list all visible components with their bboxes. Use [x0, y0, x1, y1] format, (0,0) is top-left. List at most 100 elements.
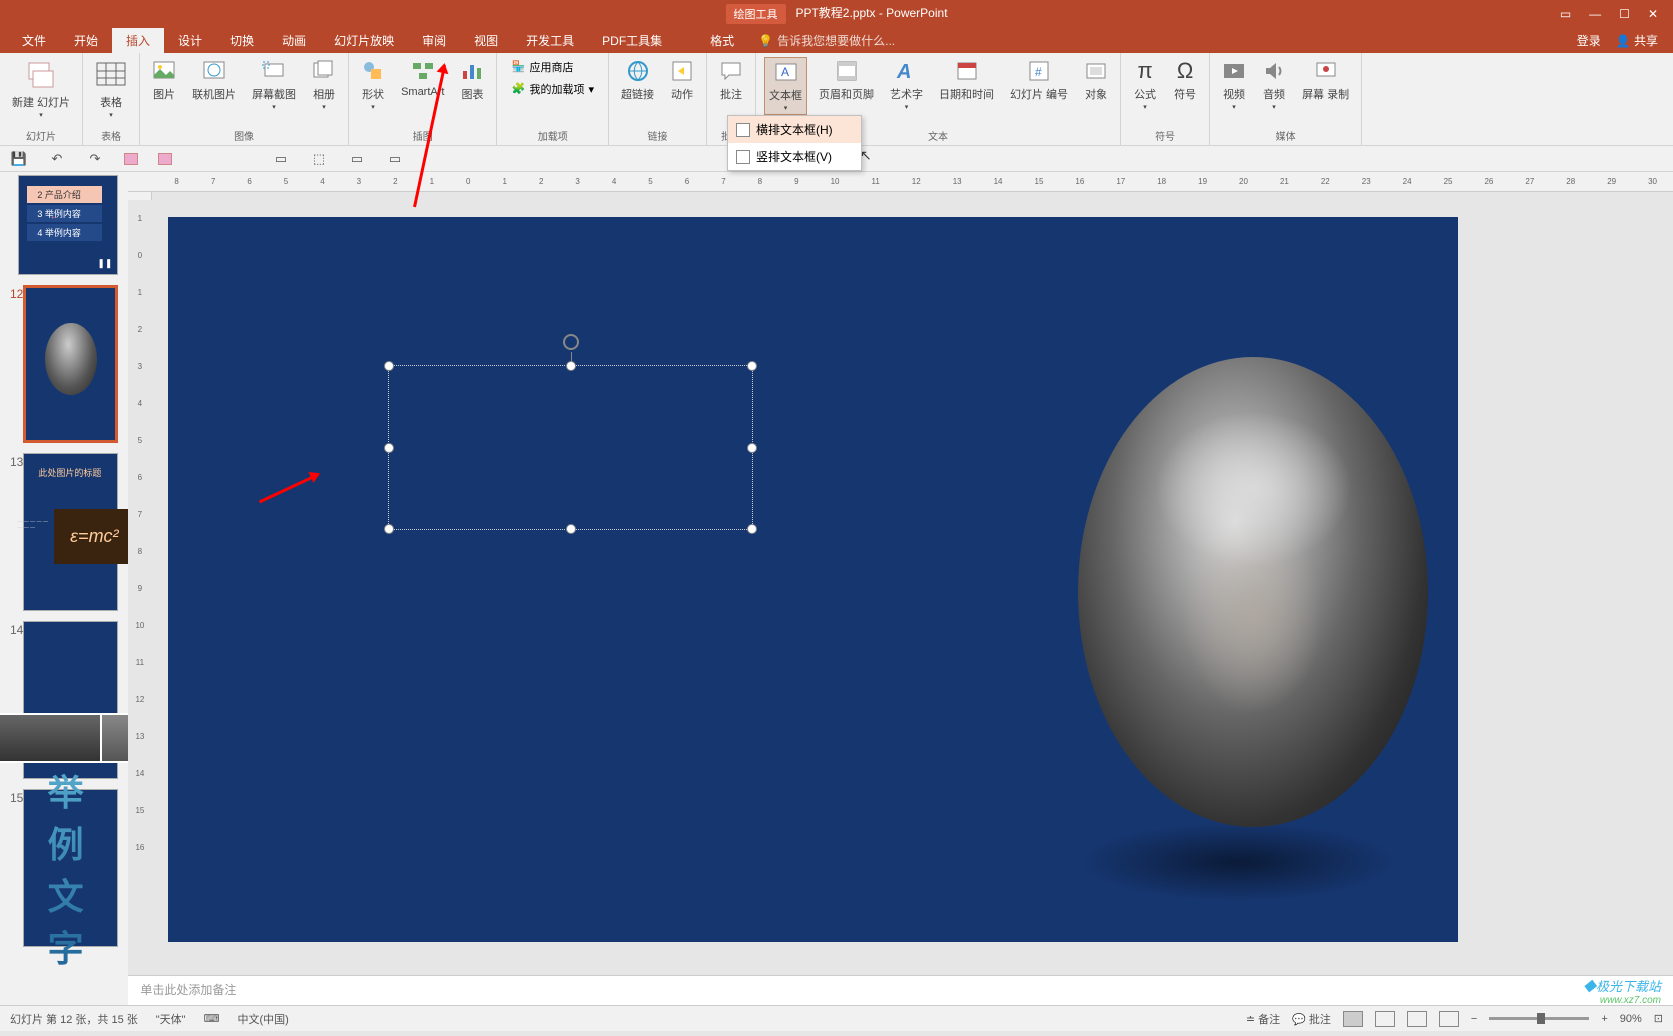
minimize-icon[interactable]: — [1589, 7, 1601, 21]
my-addins-button[interactable]: 🧩我的加载项 ▾ [505, 79, 600, 99]
tab-review[interactable]: 审阅 [408, 28, 460, 53]
hyperlink-button[interactable]: 超链接 [617, 57, 658, 104]
tab-home[interactable]: 开始 [60, 28, 112, 53]
thumb-14[interactable] [23, 621, 118, 779]
store-button[interactable]: 🏪应用商店 [505, 57, 600, 77]
canvas[interactable] [128, 192, 1673, 975]
context-tab: 绘图工具 [725, 4, 785, 24]
thumb-12[interactable] [23, 285, 118, 443]
einstein-portrait[interactable] [1078, 357, 1428, 827]
screenshot-icon [262, 59, 286, 83]
tab-file[interactable]: 文件 [8, 28, 60, 53]
qat-btn-9[interactable]: ▭ [386, 150, 404, 168]
slideshow-view-button[interactable] [1439, 1011, 1459, 1027]
screenshot-button[interactable]: 屏幕截图▾ [248, 57, 300, 113]
tab-design[interactable]: 设计 [164, 28, 216, 53]
save-icon[interactable]: 💾 [10, 150, 28, 168]
symbol-button[interactable]: Ω符号 [1169, 57, 1201, 104]
datetime-button[interactable]: 日期和时间 [935, 57, 998, 104]
notes-toggle[interactable]: ≐ 备注 [1246, 1011, 1280, 1027]
video-button[interactable]: 视频▾ [1218, 57, 1250, 113]
tell-me[interactable]: 💡告诉我您想要做什么... [758, 32, 895, 49]
wordart-button[interactable]: A艺术字▾ [886, 57, 927, 113]
main-area: 2 产品介绍 3 举例内容 4 举例内容 ← ❚❚ 12 13 此处图片的标题 … [0, 172, 1673, 1005]
tab-pdf[interactable]: PDF工具集 [588, 28, 676, 53]
login-link[interactable]: 登录 [1577, 32, 1601, 49]
shapes-button[interactable]: 形状▾ [357, 57, 389, 113]
tab-view[interactable]: 视图 [460, 28, 512, 53]
selected-textbox[interactable] [388, 365, 753, 530]
resize-handle[interactable] [747, 443, 757, 453]
qat-btn-6[interactable]: ▭ [272, 150, 290, 168]
slide[interactable] [168, 217, 1458, 942]
textbox-button[interactable]: A文本框▾ [764, 57, 807, 115]
resize-handle[interactable] [566, 361, 576, 371]
comments-toggle[interactable]: 💬 批注 [1292, 1011, 1331, 1027]
group-label-links: 链接 [648, 126, 668, 145]
header-footer-button[interactable]: 页眉和页脚 [815, 57, 878, 104]
new-slide-button[interactable]: 新建 幻灯片▾ [8, 57, 74, 121]
horizontal-textbox-item[interactable]: 横排文本框(H) [728, 116, 861, 143]
portrait-thumb [45, 323, 97, 395]
qat-btn-7[interactable]: ⬚ [310, 150, 328, 168]
slide-thumbnails[interactable]: 2 产品介绍 3 举例内容 4 举例内容 ← ❚❚ 12 13 此处图片的标题 … [0, 172, 128, 1005]
zoom-level[interactable]: 90% [1620, 1013, 1642, 1025]
online-picture-button[interactable]: 联机图片 [188, 57, 240, 104]
share-button[interactable]: 👤 共享 [1616, 32, 1658, 49]
qat-btn-5[interactable] [158, 153, 172, 165]
theme-name: "天体" [156, 1011, 186, 1027]
screen-recording-button[interactable]: 屏幕 录制 [1298, 57, 1353, 104]
rotate-handle[interactable] [563, 334, 579, 350]
zoom-out-button[interactable]: − [1471, 1013, 1477, 1025]
maximize-icon[interactable]: ☐ [1619, 7, 1630, 21]
object-button[interactable]: 对象 [1080, 57, 1112, 104]
language-indicator[interactable]: 中文(中国) [237, 1011, 288, 1027]
thumb-15[interactable]: 举例文字 [23, 789, 118, 947]
fit-window-button[interactable]: ⊡ [1654, 1012, 1663, 1025]
resize-handle[interactable] [384, 361, 394, 371]
close-icon[interactable]: ✕ [1648, 7, 1658, 21]
normal-view-button[interactable] [1343, 1011, 1363, 1027]
undo-icon[interactable]: ↶ [48, 150, 66, 168]
window-title: PPT教程2.pptx - PowerPoint [795, 4, 947, 24]
equation-button[interactable]: π公式▾ [1129, 57, 1161, 113]
album-button[interactable]: 相册▾ [308, 57, 340, 113]
screen-recording-icon [1314, 59, 1338, 83]
picture-button[interactable]: 图片 [148, 57, 180, 104]
redo-icon[interactable]: ↷ [86, 150, 104, 168]
comment-button[interactable]: 批注 [715, 57, 747, 104]
photo-thumb-2 [0, 713, 102, 763]
zoom-slider[interactable] [1489, 1017, 1589, 1020]
tab-developer[interactable]: 开发工具 [512, 28, 588, 53]
slide-number-button[interactable]: #幻灯片 编号 [1006, 57, 1072, 104]
audio-button[interactable]: 音频▾ [1258, 57, 1290, 113]
action-button[interactable]: 动作 [666, 57, 698, 104]
horizontal-ruler[interactable]: 8765432101234567891011121314151617181920… [128, 172, 1673, 192]
resize-handle[interactable] [747, 361, 757, 371]
svg-text:#: # [1035, 65, 1042, 79]
qat-btn-4[interactable] [124, 153, 138, 165]
chevron-down-icon: ▾ [371, 103, 375, 111]
tab-insert[interactable]: 插入 [112, 28, 164, 53]
tab-slideshow[interactable]: 幻灯片放映 [320, 28, 408, 53]
thumb-11[interactable]: 2 产品介绍 3 举例内容 4 举例内容 ← ❚❚ [18, 175, 118, 275]
thumb-13[interactable]: 此处图片的标题 ε=mc² — — — — —— — — [23, 453, 118, 611]
textbox-dropdown: 横排文本框(H) 竖排文本框(V) [727, 115, 862, 171]
zoom-in-button[interactable]: + [1601, 1013, 1607, 1025]
chart-button[interactable]: 图表 [456, 57, 488, 104]
resize-handle[interactable] [747, 524, 757, 534]
tab-animations[interactable]: 动画 [268, 28, 320, 53]
qat-btn-8[interactable]: ▭ [348, 150, 366, 168]
resize-handle[interactable] [566, 524, 576, 534]
resize-handle[interactable] [384, 524, 394, 534]
chart-icon [460, 59, 484, 83]
tab-format[interactable]: 格式 [696, 28, 748, 53]
notes-pane[interactable]: 单击此处添加备注 [128, 975, 1673, 1005]
ribbon-options-icon[interactable]: ▭ [1560, 7, 1571, 21]
table-button[interactable]: 表格▾ [91, 57, 131, 121]
tab-transitions[interactable]: 切换 [216, 28, 268, 53]
vertical-textbox-item[interactable]: 竖排文本框(V) [728, 143, 861, 170]
sorter-view-button[interactable] [1375, 1011, 1395, 1027]
reading-view-button[interactable] [1407, 1011, 1427, 1027]
resize-handle[interactable] [384, 443, 394, 453]
